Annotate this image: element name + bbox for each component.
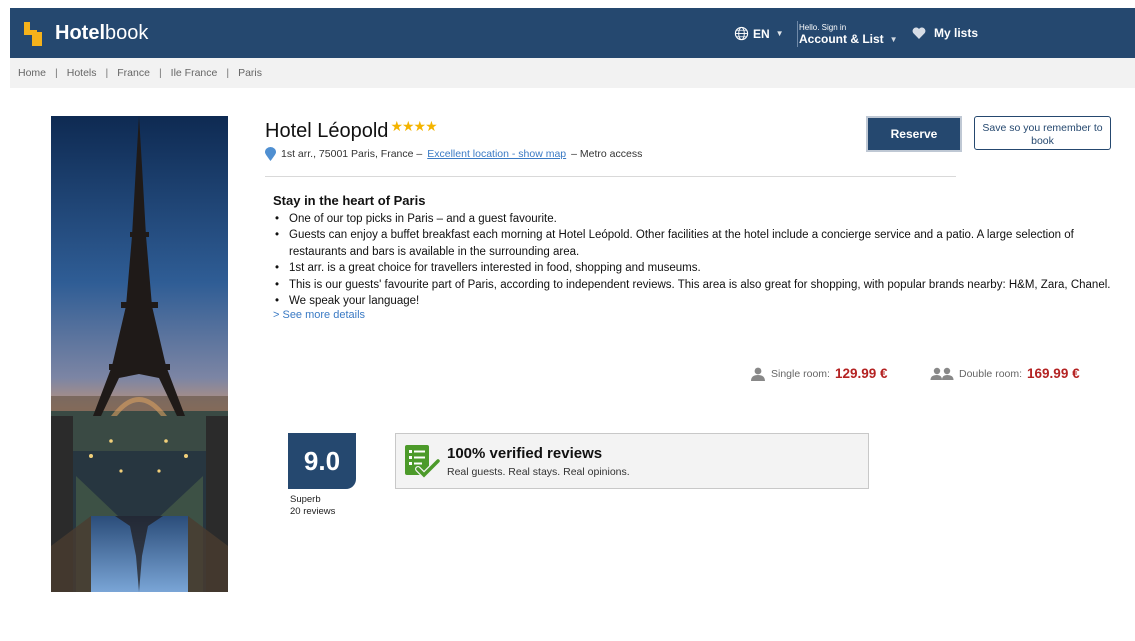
hotel-address: 1st arr., 75001 Paris, France – Excellen… [265, 147, 642, 161]
breadcrumb-france[interactable]: France [117, 67, 150, 79]
language-label: EN [753, 26, 770, 41]
single-person-icon [751, 367, 765, 381]
double-room-amount: 169.99 € [1027, 366, 1080, 381]
hotel-title: Hotel Léopold ★★★★ [265, 118, 438, 143]
review-score-badge[interactable]: 9.0 [288, 433, 356, 489]
single-room-price: Single room: 129.99 € [750, 366, 888, 381]
show-map-link[interactable]: Excellent location - show map [427, 148, 566, 160]
heart-icon [912, 27, 926, 39]
hotel-description: Stay in the heart of Paris One of our to… [273, 193, 1118, 321]
single-room-label: Single room: [771, 367, 830, 380]
breadcrumb-ile-france[interactable]: Ile France [171, 67, 218, 79]
highlight-item: Guests can enjoy a buffet breakfast each… [273, 227, 1118, 260]
breadcrumb-separator: | [226, 67, 230, 79]
breadcrumb-bar: Home | Hotels | France | Ile France | Paris [10, 58, 1135, 88]
breadcrumb-separator: | [158, 67, 162, 79]
highlight-item: This is our guests' favourite part of Pa… [273, 277, 1118, 294]
highlights-list: One of our top picks in Paris – and a gu… [273, 211, 1118, 310]
breadcrumb-separator: | [105, 67, 109, 79]
chevron-down-icon: ▼ [775, 29, 784, 38]
hotel-photo-eiffel-tower[interactable] [51, 116, 228, 592]
hotelbook-logo-icon[interactable] [24, 22, 46, 46]
brand-name[interactable]: Hotelbook [55, 21, 148, 45]
single-room-amount: 129.99 € [834, 366, 888, 381]
breadcrumb-separator: | [55, 67, 58, 79]
top-nav-bar: Hotelbook EN ▼ Hello. Sign in Account & … [10, 8, 1135, 58]
sign-in-greeting: Hello. Sign in [799, 23, 847, 32]
section-divider [265, 176, 956, 177]
reserve-button[interactable]: Reserve [866, 116, 962, 152]
account-label: Account & List [799, 32, 884, 46]
globe-icon [734, 26, 749, 41]
double-room-price: Double room: 169.99 € [930, 366, 1080, 381]
star-rating: ★★★★ [390, 118, 437, 134]
chevron-down-icon: ▼ [889, 35, 898, 44]
save-for-later-button[interactable]: Save so you remember to book [974, 116, 1111, 150]
review-summary: Superb 20 reviews [290, 494, 335, 518]
my-lists-label: My lists [934, 26, 979, 40]
verified-checklist-icon [405, 445, 440, 480]
breadcrumb-home[interactable]: Home [18, 67, 46, 79]
my-lists-link[interactable]: My lists [912, 26, 978, 40]
breadcrumb-paris[interactable]: Paris [238, 67, 262, 79]
verified-title: 100% verified reviews [447, 445, 603, 462]
see-more-details-link[interactable]: > See more details [273, 309, 1118, 321]
rating-word: Superb [290, 494, 321, 505]
highlight-item: 1st arr. is a great choice for traveller… [273, 260, 1118, 277]
header-divider [797, 21, 798, 47]
language-selector[interactable]: EN ▼ [734, 26, 784, 41]
highlight-item: One of our top picks in Paris – and a gu… [273, 211, 1118, 228]
account-menu[interactable]: Hello. Sign in Account & List ▼ [799, 23, 898, 47]
highlight-item: We speak your language! [273, 293, 1118, 310]
address-text: 1st arr., 75001 Paris, France – [281, 148, 423, 160]
double-room-label: Double room: [959, 367, 1023, 380]
breadcrumb-hotels[interactable]: Hotels [67, 67, 97, 79]
address-suffix: – Metro access [571, 148, 643, 160]
verified-reviews-banner: 100% verified reviews Real guests. Real … [395, 433, 869, 489]
two-persons-icon [930, 367, 954, 380]
hotel-name: Hotel Léopold [265, 120, 389, 142]
map-pin-icon [265, 147, 276, 161]
description-heading: Stay in the heart of Paris [273, 193, 426, 208]
verified-subtitle: Real guests. Real stays. Real opinions. [447, 466, 630, 478]
breadcrumb: Home | Hotels | France | Ile France | Paris [18, 67, 262, 79]
review-count[interactable]: 20 reviews [290, 506, 335, 518]
brand-rest: book [105, 22, 149, 44]
brand-bold: Hotel [55, 22, 105, 44]
